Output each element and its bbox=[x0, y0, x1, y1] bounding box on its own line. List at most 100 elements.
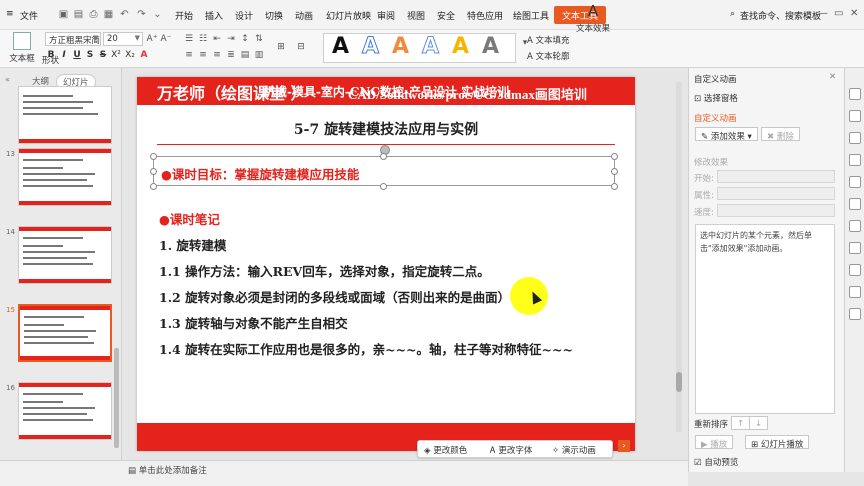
footer-text[interactable]: 机械-模具-室内-CNC数控-产品设计 实战培训 bbox=[137, 83, 635, 100]
tab-insert[interactable]: 插入 bbox=[205, 9, 223, 22]
note-line[interactable]: 1.3 旋转轴与对象不能产生自相交 bbox=[159, 313, 348, 332]
text-fill-button[interactable]: A 文本填充 bbox=[527, 34, 570, 46]
collapse-pane-icon[interactable]: « bbox=[5, 75, 10, 84]
tab-transition[interactable]: 切换 bbox=[265, 9, 283, 22]
tab-security[interactable]: 安全 bbox=[437, 9, 455, 22]
property-tool-icon[interactable] bbox=[849, 154, 861, 166]
align-center-icon[interactable]: ≡ bbox=[197, 50, 209, 60]
text-style-option[interactable]: A bbox=[361, 34, 379, 60]
text-outline-button[interactable]: A 文本轮廓 bbox=[527, 50, 570, 62]
resize-handle[interactable] bbox=[611, 153, 618, 160]
bullets-icon[interactable]: ☰ bbox=[183, 34, 195, 44]
strike-button[interactable]: S bbox=[97, 50, 109, 60]
bold-button[interactable]: B bbox=[45, 50, 57, 60]
font-shrink-icon[interactable]: A⁻ bbox=[160, 34, 172, 44]
scrollbar-thumb[interactable] bbox=[676, 372, 682, 392]
menu-icon[interactable]: ≡ bbox=[6, 9, 14, 19]
lesson-goal-text[interactable]: ●课时目标：掌握旋转建模应用技能 bbox=[161, 164, 359, 183]
template-tool-icon[interactable] bbox=[849, 220, 861, 232]
tab-home[interactable]: 开始 bbox=[175, 9, 193, 22]
font-size-select[interactable]: 20 ▼ bbox=[103, 32, 143, 46]
animation-tool-icon[interactable] bbox=[849, 88, 861, 100]
resize-handle[interactable] bbox=[150, 168, 157, 175]
slide-thumbnail-selected[interactable] bbox=[18, 304, 112, 362]
change-color-button[interactable]: ◈ 更改颜色 bbox=[424, 444, 467, 456]
move-up-button[interactable]: ↑ bbox=[731, 416, 751, 430]
restore-icon[interactable]: ▭ bbox=[834, 8, 843, 19]
undo-icon[interactable]: ↶ bbox=[119, 9, 130, 20]
resize-handle[interactable] bbox=[380, 183, 387, 190]
text-style-option[interactable]: A bbox=[421, 34, 439, 60]
line-spacing-icon[interactable]: ↕ bbox=[239, 34, 251, 44]
tab-design[interactable]: 设计 bbox=[235, 9, 253, 22]
canvas-vertical-scrollbar[interactable] bbox=[676, 82, 682, 432]
text-effect-button[interactable]: A 文本效果 bbox=[576, 2, 610, 34]
thumbnail-scrollbar[interactable] bbox=[114, 348, 119, 448]
resize-handle[interactable] bbox=[611, 168, 618, 175]
preview-icon[interactable]: ▦ bbox=[103, 9, 114, 20]
close-icon[interactable]: ✕ bbox=[850, 8, 858, 19]
align-right-icon[interactable]: ≡ bbox=[211, 50, 223, 60]
text-direction-icon[interactable]: ⇅ bbox=[253, 34, 265, 44]
note-line[interactable]: 1. 旋转建模 bbox=[159, 235, 226, 254]
underline-button[interactable]: U bbox=[71, 50, 83, 60]
font-name-select[interactable]: 方正粗黑宋简体 ▼ bbox=[45, 32, 101, 46]
animation-list-area[interactable]: 选中幻灯片的某个元素，然后单击"添加效果"添加动画。 bbox=[695, 224, 835, 414]
tab-review[interactable]: 审阅 bbox=[377, 9, 395, 22]
align-left-icon[interactable]: ≡ bbox=[183, 50, 195, 60]
tab-slideshow[interactable]: 幻灯片放映 bbox=[326, 9, 371, 22]
tab-animation[interactable]: 动画 bbox=[295, 9, 313, 22]
font-color-button[interactable]: A bbox=[138, 50, 150, 60]
open-icon[interactable]: ▤ bbox=[73, 9, 84, 20]
property-select[interactable] bbox=[717, 187, 835, 200]
convert-icon[interactable]: ⊟ bbox=[295, 42, 307, 52]
resize-handle[interactable] bbox=[611, 183, 618, 190]
text-style-option[interactable]: A bbox=[482, 34, 499, 59]
change-font-button[interactable]: Ꭺ 更改字体 bbox=[490, 444, 532, 456]
superscript-button[interactable]: X² bbox=[110, 50, 122, 60]
italic-button[interactable]: I bbox=[58, 50, 70, 60]
slide-thumbnail[interactable] bbox=[18, 86, 112, 144]
justify-icon[interactable]: ≣ bbox=[225, 50, 237, 60]
resize-handle[interactable] bbox=[150, 153, 157, 160]
settings-tool-icon[interactable] bbox=[849, 286, 861, 298]
add-notes-placeholder[interactable]: ▤ 单击此处添加备注 bbox=[128, 464, 207, 476]
tab-view[interactable]: 视图 bbox=[407, 9, 425, 22]
indent-decrease-icon[interactable]: ⇤ bbox=[211, 34, 223, 44]
tab-drawing-tools[interactable]: 绘图工具 bbox=[513, 9, 549, 22]
print-icon[interactable]: ⎙ bbox=[88, 9, 99, 20]
textbox-button[interactable]: 文本框 bbox=[4, 32, 40, 64]
subscript-button[interactable]: X₂ bbox=[124, 50, 136, 60]
text-style-gallery[interactable]: A A A A A A bbox=[323, 33, 516, 63]
image-tool-icon[interactable] bbox=[849, 264, 861, 276]
add-effect-button[interactable]: ✎ 添加效果 ▾ bbox=[695, 127, 758, 142]
columns-icon[interactable]: ▥ bbox=[253, 50, 265, 60]
text-style-option[interactable]: A bbox=[332, 34, 349, 59]
note-line[interactable]: 1.1 操作方法：输入REV回车，选择对象，指定旋转二点。 bbox=[159, 261, 490, 280]
format-tool-icon[interactable] bbox=[849, 198, 861, 210]
demo-animation-button[interactable]: ✧ 演示动画 bbox=[552, 444, 596, 456]
slide-thumbnail[interactable] bbox=[18, 148, 112, 206]
text-align-icon[interactable]: ⊞ bbox=[275, 42, 287, 52]
select-pane-link[interactable]: ⊡ 选择窗格 bbox=[694, 92, 738, 104]
slide-thumbnail[interactable] bbox=[18, 226, 112, 284]
delete-button[interactable]: ✖ 删除 bbox=[761, 127, 800, 142]
note-line[interactable]: 1.2 旋转对象必须是封闭的多段线或面域（否则出来的是曲面） bbox=[159, 287, 510, 306]
slide-thumbnail[interactable] bbox=[18, 382, 112, 440]
transition-tool-icon[interactable] bbox=[849, 132, 861, 144]
numbering-icon[interactable]: ☷ bbox=[197, 34, 209, 44]
indent-increase-icon[interactable]: ⇥ bbox=[225, 34, 237, 44]
resize-handle[interactable] bbox=[380, 153, 387, 160]
slide[interactable]: 万老师（绘图课堂 ） CAD/Solidworks/proe/UG/3dmax画… bbox=[137, 77, 635, 451]
speed-select[interactable] bbox=[717, 204, 835, 217]
share-tool-icon[interactable] bbox=[849, 242, 861, 254]
notes-heading[interactable]: ●课时笔记 bbox=[159, 209, 220, 228]
backup-tool-icon[interactable] bbox=[849, 176, 861, 188]
close-pane-icon[interactable]: ✕ bbox=[829, 72, 836, 82]
autopreview-checkbox[interactable]: ☑ 自动预览 bbox=[694, 456, 738, 468]
redo-icon[interactable]: ↷ bbox=[136, 9, 147, 20]
shadow-button[interactable]: S bbox=[84, 50, 96, 60]
text-style-option[interactable]: A bbox=[452, 34, 469, 59]
note-line[interactable]: 1.4 旋转在实际工作应用也是很多的，亲~~~。轴，柱子等对称特征~~~ bbox=[159, 339, 573, 358]
tab-features[interactable]: 特色应用 bbox=[467, 9, 503, 22]
